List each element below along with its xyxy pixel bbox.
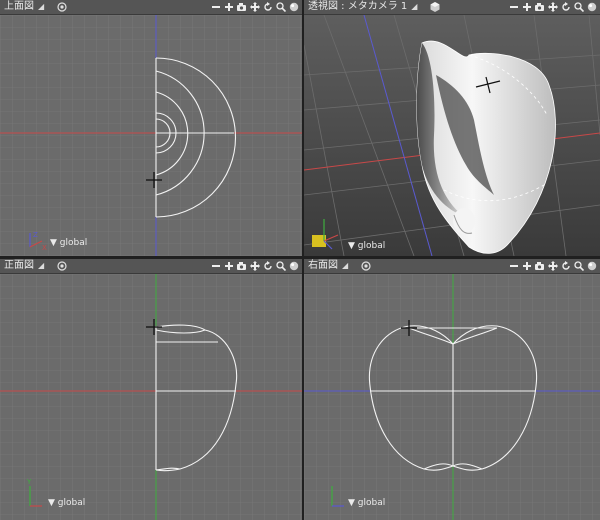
front-view-toolbar (209, 259, 300, 273)
right-view-global-label: ▼ global (348, 498, 386, 508)
camera-icon[interactable] (534, 260, 546, 272)
front-view-canvas[interactable]: Y ▼ global (0, 274, 302, 520)
perspective-view-toolbar (507, 0, 598, 14)
top-view-global-label: ▼ global (50, 238, 88, 248)
right-view-canvas[interactable]: ▼ global (304, 274, 600, 520)
move-icon[interactable] (547, 260, 559, 272)
camera-icon[interactable] (236, 260, 248, 272)
top-view-header: 上面図 ◢ (0, 0, 302, 15)
rotate-icon[interactable] (560, 1, 572, 13)
perspective-view-menu-button[interactable]: ◢ (411, 0, 417, 14)
rotate-icon[interactable] (262, 1, 274, 13)
right-view-menu-button[interactable]: ◢ (342, 259, 348, 273)
perspective-view-canvas[interactable]: ▼ global (304, 15, 600, 256)
sphere-icon[interactable] (586, 260, 598, 272)
sphere-icon[interactable] (288, 1, 300, 13)
zoom-in-plus-icon[interactable] (521, 260, 533, 272)
zoom-in-plus-icon[interactable] (223, 260, 235, 272)
zoom-out-minus-icon[interactable] (508, 1, 520, 13)
zoom-icon[interactable] (573, 260, 585, 272)
display-mode-icon[interactable] (360, 260, 372, 272)
top-view-toolbar (209, 0, 300, 14)
rotate-icon[interactable] (262, 260, 274, 272)
top-view-title: 上面図 (4, 1, 34, 12)
front-view-header: 正面図 ◢ (0, 259, 302, 274)
axis-letter-z: Z (33, 231, 38, 239)
display-mode-icon[interactable] (56, 1, 68, 13)
zoom-icon[interactable] (275, 1, 287, 13)
perspective-view-title: 透視図 : メタカメラ 1 (308, 1, 408, 12)
right-view-toolbar (507, 259, 598, 273)
perspective-view-viewport[interactable]: 透視図 : メタカメラ 1 ◢ ▼ global (304, 0, 600, 256)
display-mode-icon[interactable] (56, 260, 68, 272)
top-view-menu-button[interactable]: ◢ (38, 0, 44, 14)
axis-letter-x: X (42, 244, 47, 252)
zoom-out-minus-icon[interactable] (508, 260, 520, 272)
zoom-icon[interactable] (275, 260, 287, 272)
rotate-icon[interactable] (560, 260, 572, 272)
zoom-out-minus-icon[interactable] (210, 260, 222, 272)
camera-icon[interactable] (236, 1, 248, 13)
front-view-title: 正面図 (4, 260, 34, 271)
sphere-icon[interactable] (586, 1, 598, 13)
right-view-title: 右面図 (308, 260, 338, 271)
move-icon[interactable] (249, 1, 261, 13)
front-view-menu-button[interactable]: ◢ (38, 259, 44, 273)
move-icon[interactable] (249, 260, 261, 272)
shaded-display-icon[interactable] (429, 1, 441, 13)
camera-icon[interactable] (534, 1, 546, 13)
right-view-header: 右面図 ◢ (304, 259, 600, 274)
perspective-view-global-label: ▼ global (348, 241, 386, 251)
move-icon[interactable] (547, 1, 559, 13)
right-view-viewport[interactable]: 右面図 ◢ ▼ global (304, 259, 600, 520)
front-view-global-label: ▼ global (48, 498, 86, 508)
zoom-icon[interactable] (573, 1, 585, 13)
axis-letter-y: Y (26, 478, 32, 486)
perspective-view-header: 透視図 : メタカメラ 1 ◢ (304, 0, 600, 15)
top-view-canvas[interactable]: Z X ▼ global (0, 15, 302, 256)
shade-4view-workspace: 上面図 ◢ Z X ▼ global 透視図: メタカメラ 1 ◢ ▼ glo… (0, 0, 600, 520)
front-view-viewport[interactable]: 正面図 ◢ Y ▼ global (0, 259, 302, 520)
sphere-icon[interactable] (288, 260, 300, 272)
zoom-out-minus-icon[interactable] (210, 1, 222, 13)
zoom-in-plus-icon[interactable] (223, 1, 235, 13)
top-view-viewport[interactable]: 上面図 ◢ Z X ▼ global (0, 0, 302, 256)
zoom-in-plus-icon[interactable] (521, 1, 533, 13)
